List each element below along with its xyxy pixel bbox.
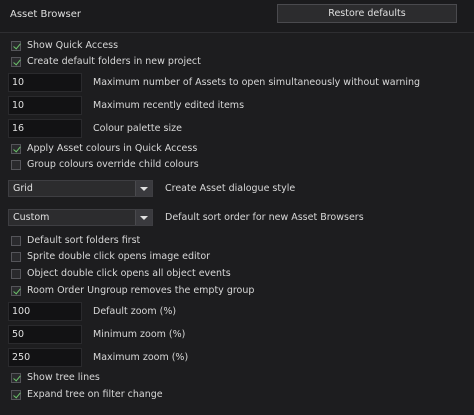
create-default-folders-label: Create default folders in new project: [27, 56, 201, 67]
create-style-label: Create Asset dialogue style: [165, 183, 296, 194]
create-style-dropdown[interactable]: Grid: [8, 180, 153, 197]
max-recent-label: Maximum recently edited items: [93, 100, 245, 111]
sprite-double-click-checkbox[interactable]: [11, 252, 21, 262]
show-quick-access-label: Show Quick Access: [27, 40, 119, 51]
min-zoom-input[interactable]: 50: [8, 325, 82, 344]
create-style-value: Grid: [13, 183, 33, 194]
default-sort-folders-checkbox[interactable]: [11, 236, 21, 246]
header-bar: Asset Browser Restore defaults: [0, 0, 474, 32]
show-quick-access-row[interactable]: Show Quick Access: [0, 38, 474, 54]
palette-size-input[interactable]: 16: [8, 119, 82, 138]
create-default-folders-row[interactable]: Create default folders in new project: [0, 54, 474, 70]
expand-tree-label: Expand tree on filter change: [27, 389, 163, 400]
sort-order-dropdown[interactable]: Custom: [8, 209, 153, 226]
sort-order-label: Default sort order for new Asset Browser…: [165, 212, 364, 223]
room-order-ungroup-label: Room Order Ungroup removes the empty gro…: [27, 285, 255, 296]
palette-size-label: Colour palette size: [93, 123, 182, 134]
group-colours-checkbox[interactable]: [11, 160, 21, 170]
default-zoom-label: Default zoom (%): [93, 306, 177, 317]
default-zoom-input[interactable]: 100: [8, 302, 82, 321]
group-colours-row[interactable]: Group colours override child colours: [0, 157, 474, 173]
expand-tree-checkbox[interactable]: [11, 390, 21, 400]
room-order-ungroup-checkbox[interactable]: [11, 286, 21, 296]
object-double-click-row[interactable]: Object double click opens all object eve…: [0, 266, 474, 282]
show-tree-lines-label: Show tree lines: [27, 372, 100, 383]
apply-colours-checkbox[interactable]: [11, 144, 21, 154]
expand-tree-row[interactable]: Expand tree on filter change: [0, 387, 474, 403]
room-order-ungroup-row[interactable]: Room Order Ungroup removes the empty gro…: [0, 283, 474, 299]
create-default-folders-checkbox[interactable]: [11, 57, 21, 67]
max-assets-label: Maximum number of Assets to open simulta…: [93, 77, 421, 88]
apply-colours-row[interactable]: Apply Asset colours in Quick Access: [0, 141, 474, 157]
sort-order-value: Custom: [13, 212, 50, 223]
min-zoom-label: Minimum zoom (%): [93, 329, 186, 340]
max-zoom-input[interactable]: 250: [8, 348, 82, 367]
max-zoom-label: Maximum zoom (%): [93, 352, 189, 363]
group-colours-label: Group colours override child colours: [27, 159, 199, 170]
max-assets-input[interactable]: 10: [8, 73, 82, 92]
default-sort-folders-label: Default sort folders first: [27, 235, 141, 246]
object-double-click-checkbox[interactable]: [11, 269, 21, 279]
object-double-click-label: Object double click opens all object eve…: [27, 268, 231, 279]
default-sort-folders-row[interactable]: Default sort folders first: [0, 233, 474, 249]
show-tree-lines-row[interactable]: Show tree lines: [0, 370, 474, 386]
sprite-double-click-row[interactable]: Sprite double click opens image editor: [0, 249, 474, 265]
page-title: Asset Browser: [10, 9, 82, 20]
max-recent-input[interactable]: 10: [8, 96, 82, 115]
restore-defaults-button[interactable]: Restore defaults: [277, 4, 457, 23]
apply-colours-label: Apply Asset colours in Quick Access: [27, 143, 198, 154]
sprite-double-click-label: Sprite double click opens image editor: [27, 251, 211, 262]
show-tree-lines-checkbox[interactable]: [11, 373, 21, 383]
chevron-down-icon[interactable]: [135, 210, 152, 225]
show-quick-access-checkbox[interactable]: [11, 41, 21, 51]
chevron-down-icon[interactable]: [135, 181, 152, 196]
header-divider: [0, 32, 474, 33]
